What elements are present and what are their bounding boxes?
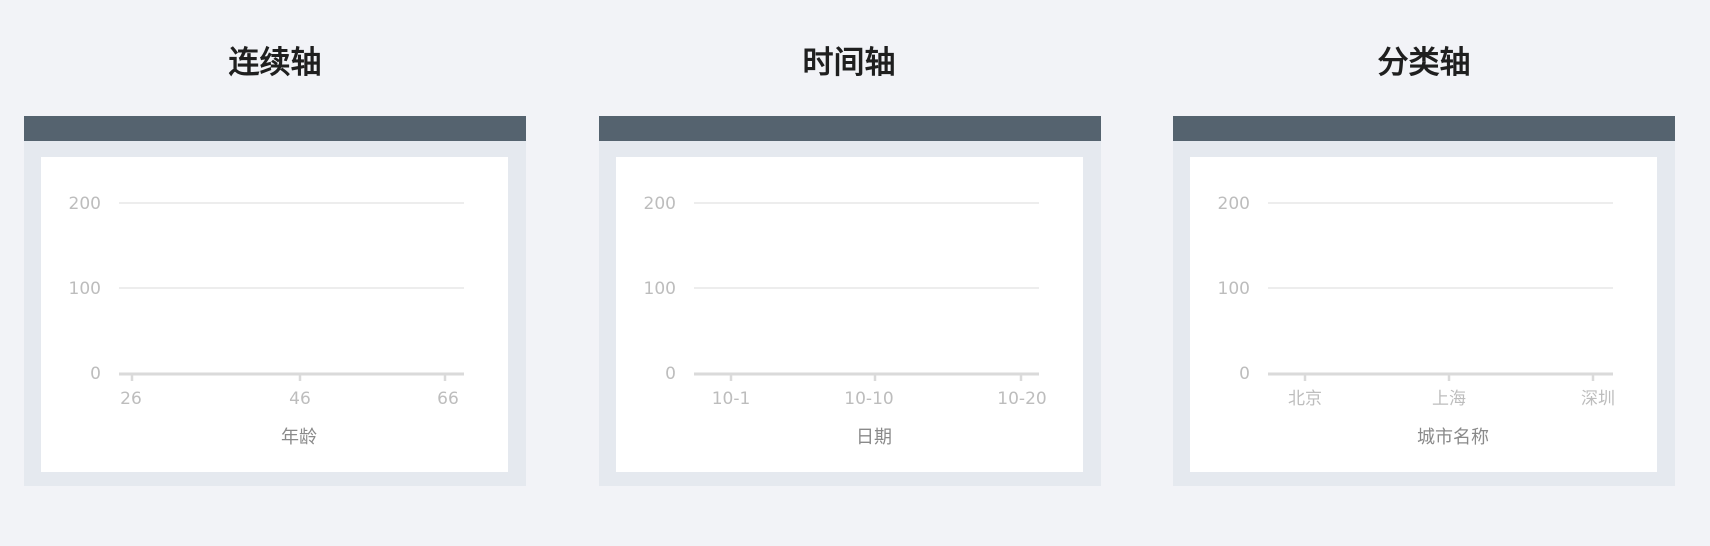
chart-category-axis: 0 100 200 北京 上海 深圳城市名称 bbox=[1218, 194, 1615, 448]
panel-title-continuous-axis: 连续轴 bbox=[228, 45, 322, 81]
y-tick-label: 100 bbox=[1218, 279, 1250, 299]
window-title-bar bbox=[599, 116, 1101, 141]
x-tick-label: 北京 bbox=[1288, 389, 1322, 409]
chart-window-continuous-axis: 0 100 200 26 46 66 年龄 bbox=[24, 116, 526, 486]
x-axis-title: 日期 bbox=[856, 427, 892, 448]
y-tick-label: 100 bbox=[69, 279, 101, 299]
chart-continuous-axis: 0 100 200 26 46 66 年龄 bbox=[69, 194, 464, 448]
chart-card: 0 100 200 26 46 66 年龄 bbox=[41, 157, 508, 472]
panel-title-category-axis: 分类轴 bbox=[1377, 45, 1471, 81]
x-tick-label: 上海 bbox=[1432, 389, 1466, 409]
y-tick-label: 100 bbox=[644, 279, 676, 299]
x-tick-label: 10-1 bbox=[712, 389, 751, 409]
y-tick-label: 200 bbox=[1218, 194, 1250, 214]
window-title-bar bbox=[24, 116, 526, 141]
x-tick-label: 46 bbox=[289, 389, 311, 409]
chart-window-category-axis: 0 100 200 北京 上海 深圳城市名称 bbox=[1173, 116, 1675, 486]
x-tick-label: 26 bbox=[120, 389, 142, 409]
chart-card: 0 100 200 北京 上海 深圳城市名称 bbox=[1190, 157, 1657, 472]
y-tick-label: 0 bbox=[90, 364, 101, 384]
x-tick-label: 10-10 bbox=[844, 389, 893, 409]
y-tick-label: 0 bbox=[1239, 364, 1250, 384]
chart-window-time-axis: 0 100 200 10-1 10-10 10-20 日期 bbox=[599, 116, 1101, 486]
chart-time-axis: 0 100 200 10-1 10-10 10-20 日期 bbox=[644, 194, 1047, 448]
y-tick-label: 200 bbox=[69, 194, 101, 214]
x-axis-title: 城市名称 bbox=[1417, 427, 1489, 448]
x-tick-label: 10-20 bbox=[997, 389, 1046, 409]
chart-card: 0 100 200 10-1 10-10 10-20 日期 bbox=[616, 157, 1083, 472]
x-tick-label: 66 bbox=[437, 389, 459, 409]
window-title-bar bbox=[1173, 116, 1675, 141]
y-tick-label: 0 bbox=[665, 364, 676, 384]
x-tick-label: 深圳 bbox=[1581, 389, 1615, 409]
y-tick-label: 200 bbox=[644, 194, 676, 214]
panel-title-time-axis: 时间轴 bbox=[802, 45, 896, 81]
x-axis-title: 年龄 bbox=[281, 427, 317, 448]
